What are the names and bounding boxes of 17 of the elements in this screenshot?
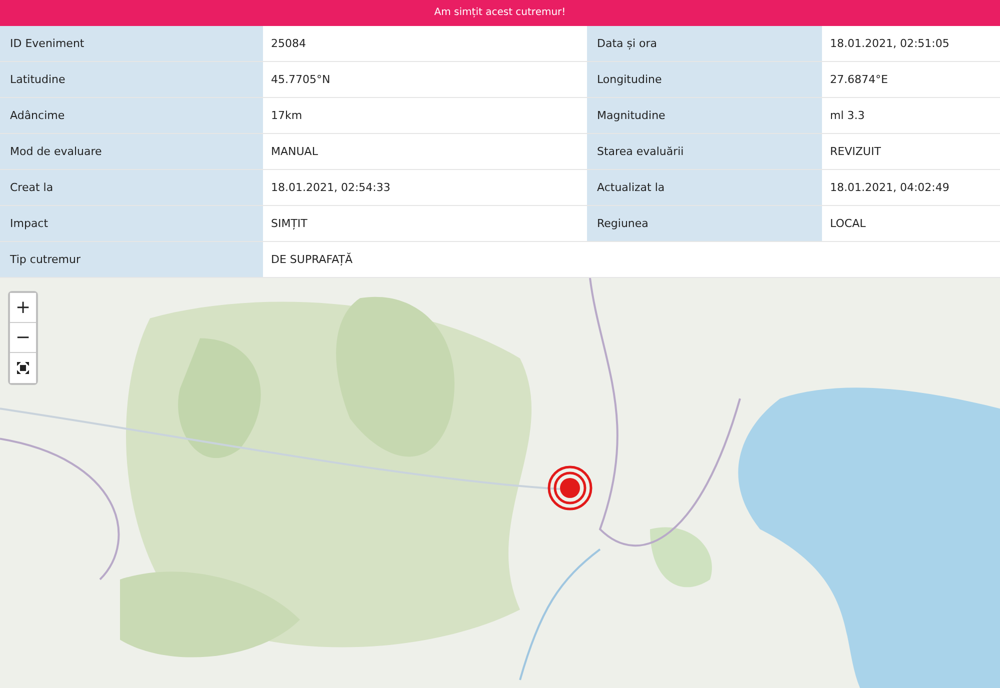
field-label: Tip cutremur — [0, 242, 263, 278]
fullscreen-icon — [16, 361, 30, 375]
field-label: Longitudine — [587, 62, 822, 98]
field-label: Mod de evaluare — [0, 134, 263, 170]
field-label: ID Eveniment — [0, 26, 263, 62]
field-label: Actualizat la — [587, 170, 822, 206]
zoom-in-button[interactable]: + — [10, 293, 36, 323]
field-label: Latitudine — [0, 62, 263, 98]
epicenter-marker-icon — [547, 465, 593, 511]
feedback-banner[interactable]: Am simțit acest cutremur! — [0, 0, 1000, 26]
field-label: Creat la — [0, 170, 263, 206]
field-label: Starea evaluării — [587, 134, 822, 170]
field-label: Adâncime — [0, 98, 263, 134]
field-label: Magnitudine — [587, 98, 822, 134]
field-label: Regiunea — [587, 206, 822, 242]
field-label: Data și ora — [587, 26, 822, 62]
field-label: Impact — [0, 206, 263, 242]
